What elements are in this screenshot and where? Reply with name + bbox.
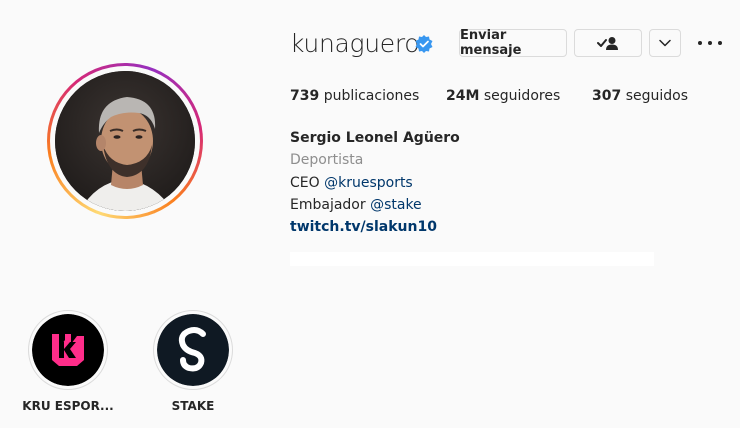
mention-stake-link[interactable]: @stake — [370, 197, 422, 213]
suggested-accounts-dropdown-button[interactable] — [649, 29, 681, 57]
bio-website-link[interactable]: twitch.tv/slakun10 — [290, 218, 437, 236]
more-options-icon[interactable] — [698, 34, 722, 52]
avatar — [55, 71, 195, 211]
highlight-kru-esports[interactable]: KRU ESPOR... — [22, 310, 114, 413]
more-dot — [708, 41, 712, 45]
send-message-button[interactable]: Enviar mensaje — [459, 28, 567, 58]
bio-full-name: Sergio Leonel Agüero — [290, 130, 460, 146]
highlight-ring — [28, 310, 108, 390]
following-link[interactable]: 307 seguidos — [592, 88, 688, 104]
stake-logo-icon — [157, 314, 229, 386]
following-check-icon — [597, 37, 618, 50]
highlight-label: STAKE — [171, 399, 215, 413]
more-dot — [698, 41, 702, 45]
followers-count: 24M — [446, 88, 480, 104]
followers-link[interactable]: 24M seguidores — [446, 88, 560, 104]
posts-count: 739 — [290, 88, 320, 104]
following-button[interactable] — [574, 29, 642, 57]
bio-line-ambassador: Embajador @stake — [290, 196, 422, 214]
mention-kruesports-link[interactable]: @kruesports — [324, 175, 413, 191]
posts-count-stat: 739 publicaciones — [290, 88, 419, 104]
bio-category: Deportista — [290, 152, 364, 168]
following-count: 307 — [592, 88, 622, 104]
bio-line-ambassador-prefix: Embajador — [290, 197, 371, 213]
chevron-down-icon — [659, 39, 671, 47]
profile-avatar-story-ring[interactable] — [47, 63, 203, 219]
followers-label: seguidores — [483, 88, 561, 104]
highlight-label: KRU ESPOR... — [22, 399, 114, 413]
verified-badge-icon — [415, 35, 433, 53]
highlight-stake[interactable]: STAKE — [153, 310, 233, 413]
kru-logo-icon — [32, 314, 104, 386]
highlight-ring — [153, 310, 233, 390]
blank-overlay-bar — [290, 252, 654, 266]
bio-line-ceo: CEO @kruesports — [290, 174, 413, 192]
bio-line-ceo-prefix: CEO — [290, 175, 325, 191]
avatar-inner-border — [50, 66, 200, 216]
following-label: seguidos — [625, 88, 688, 104]
more-dot — [718, 41, 722, 45]
posts-label: publicaciones — [323, 88, 420, 104]
profile-username: kunaguero — [290, 29, 420, 58]
